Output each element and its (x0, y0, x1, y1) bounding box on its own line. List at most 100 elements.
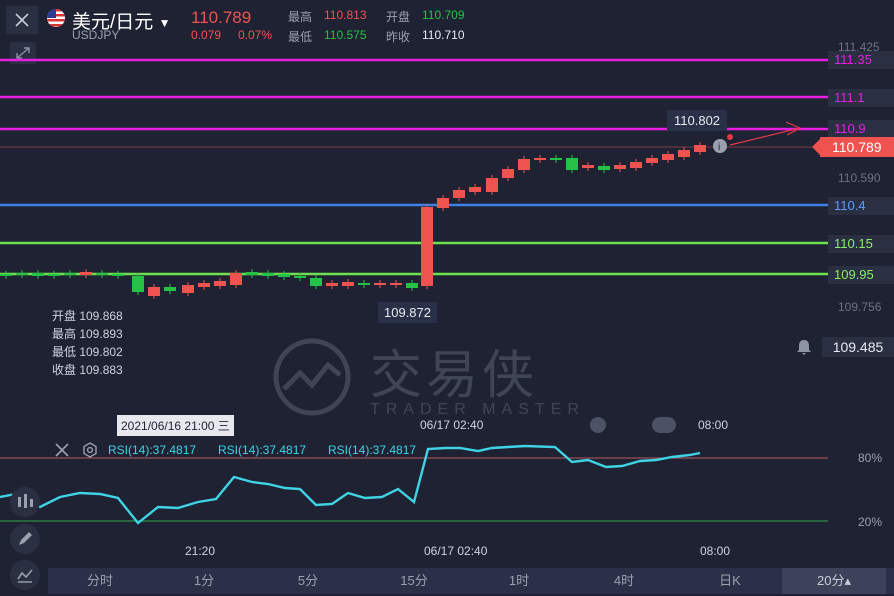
rsi-label: RSI(14):37.4817 (218, 443, 307, 457)
tab-timeframe[interactable]: 分时 (60, 568, 140, 594)
drawing-anchor[interactable] (727, 134, 733, 140)
candle (164, 287, 176, 291)
candle (646, 158, 658, 163)
price-chart[interactable]: i (0, 0, 894, 596)
marker-dot (590, 417, 606, 433)
level-tag: 109.95 (828, 266, 894, 284)
candle (262, 273, 274, 276)
chart-app: { "header": { "symbol": "美元/日元", "symbol… (0, 0, 894, 596)
gear-icon[interactable] (82, 442, 98, 458)
ohlc-open: 开盘 109.868 (52, 309, 123, 323)
candles-icon (18, 494, 33, 508)
watermark-cn: 交易侠 (370, 347, 539, 405)
watermark-logo: 交易侠 TRADER MASTER (270, 335, 590, 430)
candle (453, 190, 465, 198)
tab-timeframe[interactable]: 日K (690, 568, 770, 594)
tab-timeframe[interactable]: 5分 (268, 568, 348, 594)
candle (230, 273, 242, 285)
line-chart-icon (17, 569, 33, 583)
candle (518, 159, 530, 170)
candle (294, 276, 306, 278)
draw-button[interactable] (10, 524, 40, 554)
candle (406, 283, 418, 288)
candle (310, 278, 322, 286)
tab-timeframe[interactable]: 1时 (479, 568, 559, 594)
candle (566, 158, 578, 170)
x-axis-label: 21:20 (185, 544, 216, 558)
watermark-en: TRADER MASTER (370, 401, 585, 418)
candle (614, 165, 626, 169)
ohlc-close: 收盘 109.883 (52, 363, 123, 377)
candle (678, 150, 690, 157)
candle (662, 154, 674, 160)
high-tooltip: 110.802 (667, 110, 728, 131)
time-label: 06/17 02:40 (420, 418, 484, 432)
arrow-drawing[interactable] (729, 127, 801, 146)
candle (16, 273, 28, 275)
candle (132, 276, 144, 292)
price-axis-label: 110.590 (838, 171, 881, 185)
crosshair-date: 2021/06/16 21:00 三 (117, 415, 234, 436)
candle (534, 158, 546, 160)
level-tag: 110.4 (828, 197, 894, 215)
level-tag: 111.1 (828, 89, 894, 107)
candle (112, 274, 124, 276)
low-tooltip: 109.872 (378, 302, 437, 323)
level-tag: 111.35 (828, 51, 894, 69)
candle (486, 178, 498, 192)
time-label: 08:00 (698, 418, 729, 432)
candle (96, 273, 108, 275)
current-price-tag: 110.789 (820, 137, 894, 157)
candle (550, 158, 562, 160)
candle (246, 272, 258, 275)
x-axis-label: 08:00 (700, 544, 731, 558)
candle (48, 274, 60, 276)
ohlc-high: 最高 109.893 (52, 327, 123, 341)
candle (198, 283, 210, 287)
candle (390, 283, 402, 285)
level-tag: 110.15 (828, 235, 894, 253)
candle (421, 207, 433, 286)
candle (469, 187, 481, 192)
candle (326, 283, 338, 286)
marker-dot (652, 417, 676, 433)
close-indicator-icon[interactable] (54, 442, 70, 458)
pencil-icon (19, 532, 32, 545)
rsi-level-label: 80% (858, 451, 883, 465)
svg-text:i: i (718, 142, 720, 153)
price-tag-pointer (812, 137, 822, 157)
tab-timeframe[interactable]: 1分 (164, 568, 244, 594)
candle (0, 274, 12, 276)
timeframe-bar: 分时 1分 5分 15分 1时 4时 日K 20分▴ (48, 568, 894, 594)
candle (437, 198, 449, 208)
candle (630, 162, 642, 168)
candle (694, 145, 706, 152)
ohlc-panel: 开盘 109.868 最高 109.893 最低 109.802 收盘 109.… (52, 307, 123, 379)
candle (80, 272, 92, 275)
candle (278, 274, 290, 277)
candle (214, 281, 226, 286)
chart-type-button[interactable] (10, 560, 40, 590)
alert-price-tag[interactable]: 109.485 (822, 337, 894, 357)
candle (582, 165, 594, 168)
candle (148, 287, 160, 296)
tab-timeframe-active[interactable]: 20分▴ (782, 568, 886, 594)
price-axis-label: 109.756 (838, 300, 882, 314)
candle (598, 166, 610, 170)
tab-timeframe[interactable]: 15分 (374, 568, 454, 594)
candle (342, 282, 354, 286)
candle (358, 283, 370, 285)
rsi-label: RSI(14):37.4817 (328, 443, 417, 457)
candle (374, 283, 386, 285)
level-tag: 110.9 (828, 120, 894, 138)
indicator-button[interactable] (10, 487, 40, 517)
bell-icon[interactable] (793, 337, 815, 357)
rsi-level-label: 20% (858, 515, 883, 529)
tab-timeframe[interactable]: 4时 (584, 568, 664, 594)
rsi-label: RSI(14):37.4817 (108, 443, 197, 457)
x-axis-label: 06/17 02:40 (424, 544, 488, 558)
candle (32, 273, 44, 276)
candle (64, 273, 76, 275)
ohlc-low: 最低 109.802 (52, 345, 123, 359)
candle (502, 169, 514, 178)
